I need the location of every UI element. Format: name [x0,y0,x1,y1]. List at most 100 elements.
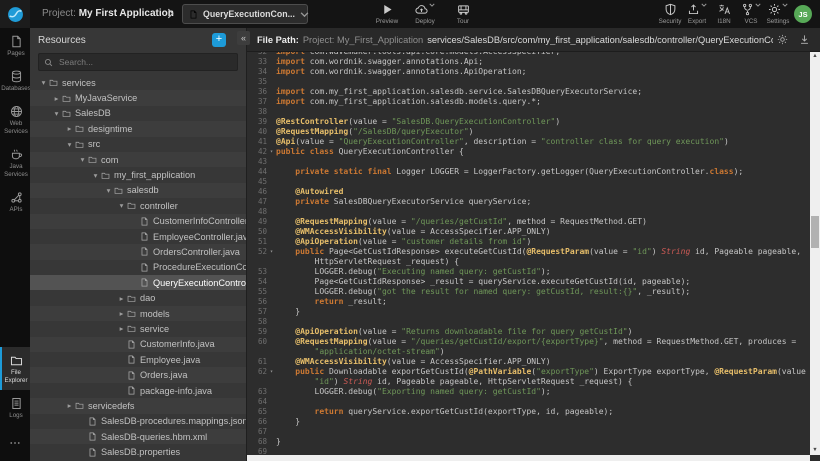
search-icon [44,58,53,67]
tree-item-label: dao [140,293,155,303]
tree-expand-arrow-icon[interactable]: ▸ [116,309,127,318]
tree-expand-arrow-icon[interactable]: ▸ [51,94,62,103]
tree-collapse-arrow-icon[interactable]: ▾ [77,155,88,164]
tree-item[interactable]: package-info.java [30,383,246,398]
vertical-scroll-thumb[interactable] [811,216,819,248]
tree-item[interactable]: ▸service [30,321,246,336]
tree-item[interactable]: ▾my_first_application [30,167,246,182]
settings-button[interactable]: Settings [765,3,791,25]
tree-item[interactable]: ▾com [30,152,246,167]
file-icon [140,217,149,226]
tree-collapse-arrow-icon[interactable]: ▾ [51,109,62,118]
code-line: 49 @RequestMapping(value = "/queries/get… [247,217,810,227]
tree-item-label: models [140,309,170,319]
app-logo[interactable] [0,0,30,28]
code-line: 47 private SalesDBQueryExecutorService q… [247,197,810,207]
tree-item[interactable]: Employee.java [30,352,246,367]
tree-item[interactable]: QueryExecutionController.java [30,275,246,290]
code-line: 36import com.my_first_application.salesd… [247,87,810,97]
tree-collapse-arrow-icon[interactable]: ▾ [90,171,101,180]
tree-expand-arrow-icon[interactable]: ▸ [64,124,75,133]
action-label: Security [659,18,682,25]
tree-collapse-arrow-icon[interactable]: ▾ [64,140,75,149]
code-line: 62▾ public Downloadable exportGetCustId(… [247,367,810,377]
sidebar-item-web-services[interactable]: Web Services [0,98,30,141]
user-avatar[interactable]: JS [794,5,812,23]
export-button[interactable]: Export [684,3,710,25]
tree-item[interactable]: ▸ models [30,306,246,321]
file-icon [140,247,149,256]
i18n-button[interactable]: I18N [711,3,737,25]
tree-item[interactable]: ▸servicedefs [30,398,246,413]
open-file-dropdown[interactable]: QueryExecutionCon... [182,4,308,24]
line-number: 47 [247,197,267,207]
collapse-panel-button[interactable]: « [237,31,250,45]
tree-item[interactable]: Orders.java [30,367,246,382]
add-resource-button[interactable]: + [212,33,226,47]
tree-item-label: designtime [88,124,132,134]
tree-item[interactable]: CustomerInfo.java [30,337,246,352]
scroll-down-arrow[interactable]: ▼ [810,446,820,455]
code-line: 67 [247,427,810,437]
bus-icon [457,3,470,16]
sidebar-item-pages[interactable]: Pages [0,28,30,63]
line-number: 58 [247,317,267,327]
code-line: 43 [247,157,810,167]
resources-panel: Resources + ▾services▸MyJavaService▾Sale… [30,28,246,461]
code-editor[interactable]: 32import com.wavemaker.tools.api.core.mo… [247,52,810,455]
line-number: 42 [247,147,267,157]
code-text: @ApiOperation(value = "Returns downloada… [276,327,632,337]
code-line: 66 } [247,417,810,427]
tree-item[interactable]: ▾src [30,137,246,152]
sidebar-item-databases[interactable]: Databases [0,63,30,98]
tree-item[interactable]: SalesDB.properties [30,444,246,459]
search-input[interactable] [57,56,232,68]
vcs-button[interactable]: VCS [738,3,764,25]
code-line: 58 [247,317,810,327]
tree-item[interactable]: ▾SalesDB [30,106,246,121]
editor-vertical-scrollbar[interactable]: ▲ ▼ [810,52,820,455]
tree-item[interactable]: SalesDB-queries.hbm.xml [30,429,246,444]
download-file-icon[interactable] [799,34,810,45]
tree-expand-arrow-icon[interactable]: ▸ [64,401,75,410]
tree-item[interactable]: ▾controller [30,198,246,213]
tree-item[interactable]: EmployeeController.java [30,229,246,244]
preview-button[interactable]: Preview [372,3,402,25]
tree-expand-arrow-icon[interactable]: ▸ [116,294,127,303]
tree-collapse-arrow-icon[interactable]: ▾ [103,186,114,195]
file-icon [88,417,97,426]
tree-item[interactable]: ▾services [30,75,246,90]
chevron-down-icon [300,9,309,20]
tree-expand-arrow-icon[interactable]: ▸ [116,324,127,333]
line-number: 65 [247,407,267,417]
deploy-button[interactable]: Deploy [410,3,440,25]
more-options-button[interactable] [0,425,30,461]
tree-collapse-arrow-icon[interactable]: ▾ [116,201,127,210]
tour-button[interactable]: Tour [448,3,478,25]
tree-item[interactable]: ▸MyJavaService [30,90,246,105]
tree-item[interactable]: ▸ designtime [30,121,246,136]
tree-collapse-arrow-icon[interactable]: ▾ [38,78,49,87]
sidebar-item-logs[interactable]: Logs [0,390,30,425]
tree-item[interactable]: ▸ dao [30,290,246,305]
tree-item[interactable]: SalesDB-procedures.mappings.json [30,414,246,429]
tree-item[interactable]: OrdersController.java [30,244,246,259]
code-fold-arrow-icon[interactable]: ▾ [267,247,276,257]
scroll-up-arrow[interactable]: ▲ [810,52,820,61]
sidebar-item-file-explorer[interactable]: File Explorer [0,347,30,390]
top-bar: Project: My First Application QueryExecu… [0,0,820,28]
editor-horizontal-scrollbar[interactable] [247,455,810,461]
code-fold-arrow-icon[interactable]: ▾ [267,147,276,157]
security-button[interactable]: Security [657,3,683,25]
code-line: 48 [247,207,810,217]
line-number: 43 [247,157,267,167]
tree-item[interactable]: ProcedureExecutionController.java [30,260,246,275]
code-text: import com.wordnik.swagger.annotations.A… [276,57,483,67]
tree-item[interactable]: CustomerInfoController.java [30,214,246,229]
editor-settings-gear-icon[interactable] [777,34,788,45]
sidebar-item-apis[interactable]: APIs [0,184,30,219]
rail-item-label: APIs [9,206,22,214]
sidebar-item-java-services[interactable]: Java Services [0,141,30,184]
tree-item[interactable]: ▾salesdb [30,183,246,198]
code-fold-arrow-icon[interactable]: ▾ [267,367,276,377]
